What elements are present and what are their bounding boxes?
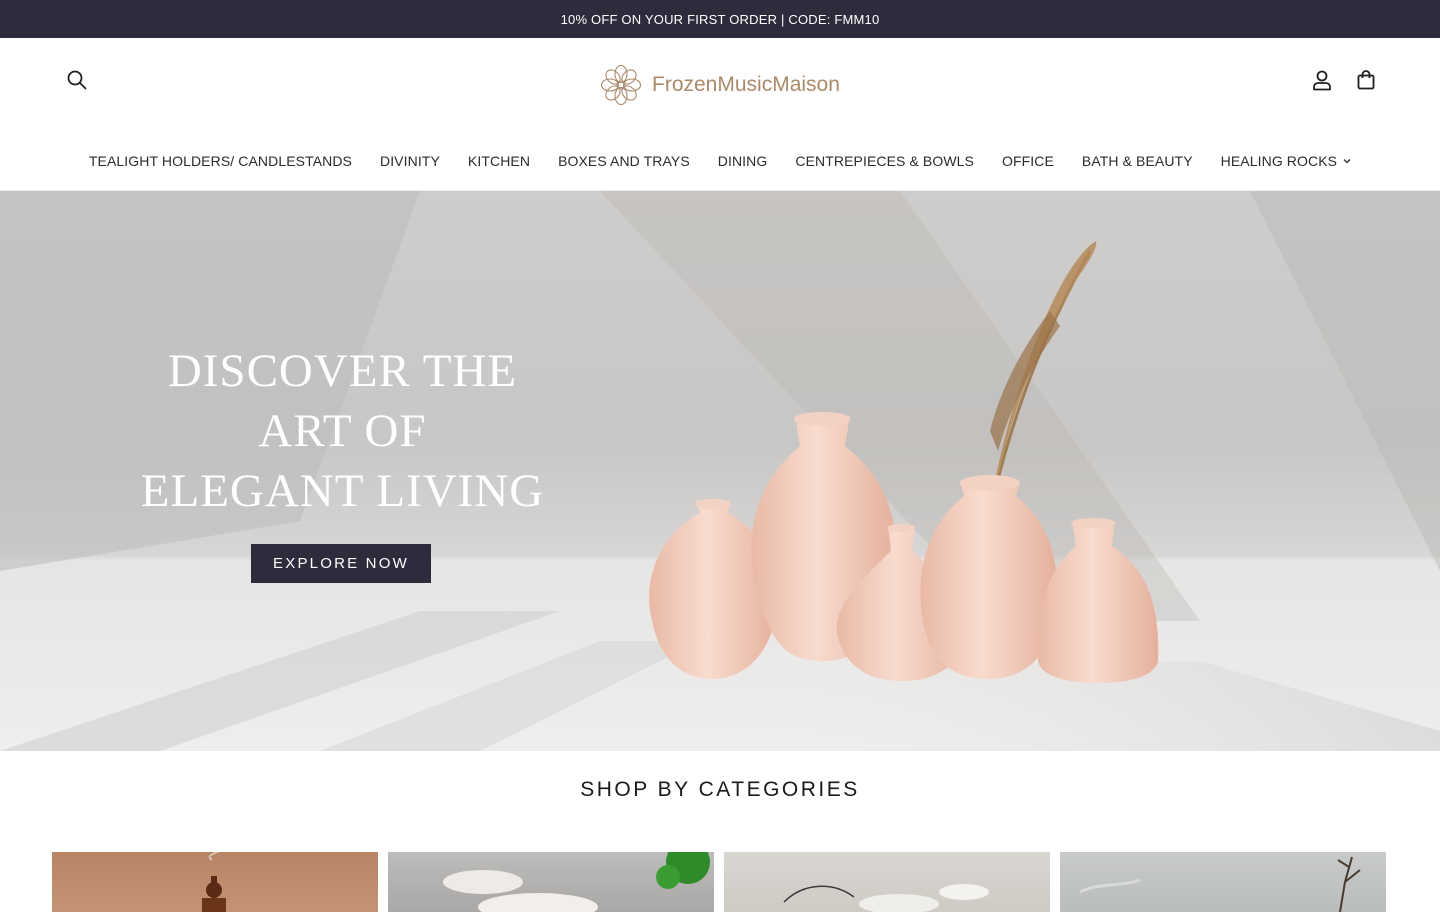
nav-item-healing-rocks[interactable]: HEALING ROCKS xyxy=(1221,153,1351,169)
nav-item-tealight-holders[interactable]: TEALIGHT HOLDERS/ CANDLESTANDS xyxy=(89,153,352,169)
category-card[interactable] xyxy=(52,852,378,912)
announcement-bar: 10% OFF ON YOUR FIRST ORDER | CODE: FMM1… xyxy=(0,0,1440,38)
category-card[interactable] xyxy=(388,852,714,912)
brand-name: FrozenMusicMaison xyxy=(652,73,840,96)
flower-logo-icon xyxy=(600,64,642,106)
hero-heading: DISCOVER THE ART OF ELEGANT LIVING xyxy=(120,341,565,521)
section-title: SHOP BY CATEGORIES xyxy=(580,778,860,801)
nav-item-boxes-and-trays[interactable]: BOXES AND TRAYS xyxy=(558,153,690,169)
nav-item-centrepieces-bowls[interactable]: CENTREPIECES & BOWLS xyxy=(795,153,974,169)
nav-item-label: KITCHEN xyxy=(467,153,531,169)
nav-item-label: HEALING ROCKS xyxy=(1220,153,1338,169)
category-image xyxy=(202,852,226,912)
hero-heading-line: ART OF xyxy=(258,405,427,457)
category-image xyxy=(1079,856,1361,912)
nav-item-label: BATH & BEAUTY xyxy=(1081,153,1193,169)
bag-icon[interactable] xyxy=(1352,66,1380,94)
nav-item-dining[interactable]: DINING xyxy=(718,153,768,169)
nav-item-label: DINING xyxy=(717,153,768,169)
nav-item-label: TEALIGHT HOLDERS/ CANDLESTANDS xyxy=(88,153,352,169)
search-icon[interactable] xyxy=(63,66,91,94)
nav-item-label: DIVINITY xyxy=(379,153,440,169)
category-image xyxy=(783,884,989,912)
nav-item-bath-beauty[interactable]: BATH & BEAUTY xyxy=(1082,153,1193,169)
category-image xyxy=(443,852,710,912)
category-card[interactable] xyxy=(1060,852,1386,912)
nav-item-office[interactable]: OFFICE xyxy=(1002,153,1054,169)
hero-heading-line: DISCOVER THE xyxy=(167,345,518,397)
announcement-text: 10% OFF ON YOUR FIRST ORDER | CODE: FMM1… xyxy=(560,11,880,27)
hero-banner: DISCOVER THE ART OF ELEGANT LIVING EXPLO… xyxy=(0,191,1440,751)
nav-item-label: OFFICE xyxy=(1001,153,1054,169)
site-header: FrozenMusicMaison xyxy=(0,38,1440,132)
nav-item-divinity[interactable]: DIVINITY xyxy=(380,153,440,169)
explore-now-button[interactable]: EXPLORE NOW xyxy=(251,544,431,583)
chevron-down-icon xyxy=(1343,159,1351,164)
main-navigation: TEALIGHT HOLDERS/ CANDLESTANDS DIVINITY … xyxy=(0,132,1440,191)
hero-heading-line: ELEGANT LIVING xyxy=(140,465,545,517)
brand-logo[interactable]: FrozenMusicMaison xyxy=(600,64,840,106)
nav-item-label: BOXES AND TRAYS xyxy=(558,153,690,169)
category-card[interactable] xyxy=(724,852,1050,912)
nav-item-kitchen[interactable]: KITCHEN xyxy=(468,153,530,169)
nav-item-label: CENTREPIECES & BOWLS xyxy=(795,153,974,169)
user-icon[interactable] xyxy=(1308,66,1336,94)
